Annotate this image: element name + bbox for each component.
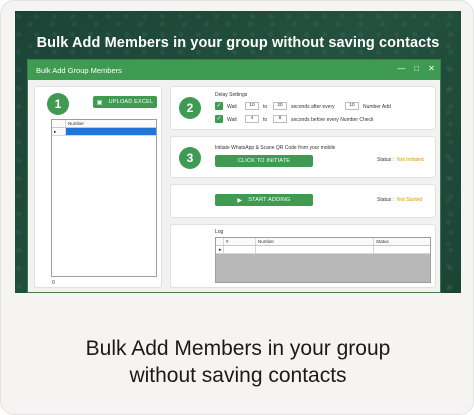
delay-settings-panel: 2 Delay Settings ✓ Wait 10 to 20 seconds… [170,86,436,130]
adding-status-value: Not Started [397,197,423,203]
wait-label-2: Wait [227,117,237,123]
number-add-label: Number Add [363,104,391,110]
log-heading: Log [215,229,224,235]
numbers-count: 0 [52,280,55,286]
initiate-status-value: Not Initiated [397,157,424,163]
number-column-header: Number [68,121,85,126]
step-2-badge: 2 [179,97,201,119]
initiate-status-label: Status : [377,157,394,163]
every-count-input[interactable]: 10 [345,102,359,110]
excel-icon: ▣ [96,99,103,106]
log-empty-area [216,254,430,282]
delay-settings-heading: Delay Settings [215,92,248,98]
delay-check-from-input[interactable]: 4 [245,115,259,123]
step-1-badge: 1 [47,93,69,115]
log-row-marker: ★ [216,246,224,253]
row-marker: ▸ [52,128,66,135]
initiate-panel: 3 Initiate WhatsApp & Scane QR Code from… [170,136,436,178]
delay-add-checkbox[interactable]: ✓ [215,102,223,110]
upload-panel: 1 ▣ UPLOAD EXCEL Number ▸ 0 [34,86,162,288]
delay-check-to-input[interactable]: 8 [273,115,287,123]
adding-status-label: Status : [377,197,394,203]
start-adding-panel: ▶ START ADDING Status : Not Started [170,184,436,218]
close-icon[interactable]: ✕ [427,64,436,74]
table-row[interactable]: ★ [216,246,430,254]
minimize-icon[interactable]: — [397,64,406,74]
log-panel: Log # Number Status ★ [170,224,436,288]
start-adding-button[interactable]: ▶ START ADDING [215,194,313,206]
start-adding-label: START ADDING [248,197,291,203]
before-check-label: seconds before every Number Check [291,117,374,123]
caption: Bulk Add Members in your group without s… [1,335,473,389]
wait-label-1: Wait [227,104,237,110]
click-to-initiate-button[interactable]: CLICK TO INITIATE [215,155,313,167]
table-row[interactable]: ▸ [52,128,156,136]
upload-excel-button[interactable]: ▣ UPLOAD EXCEL [93,96,157,108]
delay-add-to-input[interactable]: 20 [273,102,287,110]
initiate-instruction: Initiate WhatsApp & Scane QR Code from y… [215,145,336,151]
maximize-icon[interactable]: □ [412,64,421,74]
app-window: Bulk Add Group Members — □ ✕ 1 ▣ UPLOAD … [27,59,441,293]
log-col-number: Number [256,238,374,245]
numbers-table-header: Number [52,120,156,128]
log-table-header: # Number Status [216,238,430,246]
window-title: Bulk Add Group Members [36,65,122,75]
after-every-label: seconds after every [291,104,335,110]
step-3-badge: 3 [179,147,201,169]
numbers-table[interactable]: Number ▸ [51,119,157,277]
caption-line-2: without saving contacts [129,364,347,387]
delay-add-from-input[interactable]: 10 [245,102,259,110]
to-label-2: to [263,117,268,123]
to-label-1: to [263,104,268,110]
log-col-index: # [224,238,256,245]
play-icon: ▶ [237,197,243,204]
delay-check-checkbox[interactable]: ✓ [215,115,223,123]
log-col-status: Status [376,239,389,244]
window-controls: — □ ✕ [397,64,436,74]
hero-title: Bulk Add Members in your group without s… [36,35,440,51]
promo-card: Bulk Add Members in your group without s… [0,0,474,415]
window-titlebar: Bulk Add Group Members — □ ✕ [28,60,440,80]
log-table[interactable]: # Number Status ★ [215,237,431,283]
upload-excel-label: UPLOAD EXCEL [108,99,154,105]
caption-line-1: Bulk Add Members in your group [85,337,391,360]
